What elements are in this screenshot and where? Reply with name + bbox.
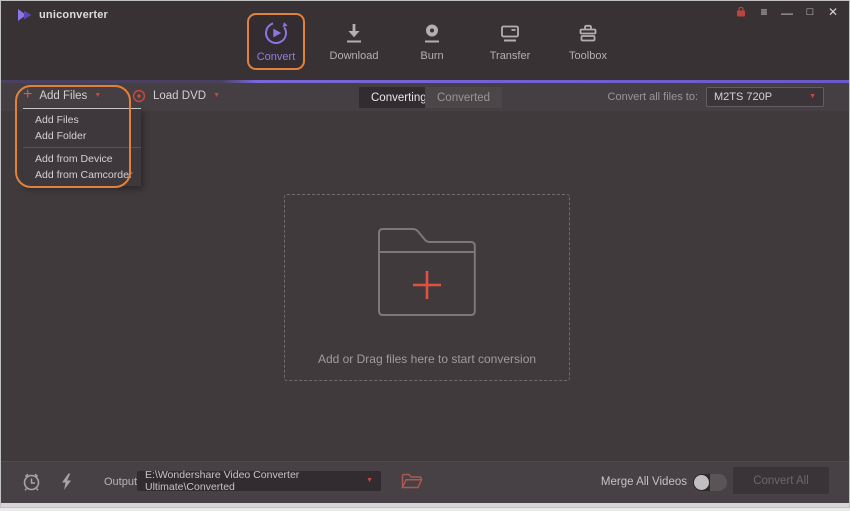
caret-down-icon: ▼ bbox=[94, 92, 101, 100]
add-folder-icon bbox=[367, 212, 487, 330]
caret-down-icon: ▼ bbox=[809, 93, 816, 101]
disc-icon bbox=[132, 89, 146, 103]
convert-all-to-label: Convert all files to: bbox=[608, 91, 698, 103]
minimize-button[interactable]: — bbox=[781, 6, 793, 20]
output-path-value: E:\Wondershare Video Converter Ultimate\… bbox=[145, 469, 366, 493]
tab-label: Convert bbox=[257, 51, 296, 63]
caret-down-icon: ▼ bbox=[213, 92, 220, 100]
menu-icon[interactable]: ≡ bbox=[758, 5, 770, 19]
app-title: uniconverter bbox=[39, 9, 108, 21]
play-logo-icon bbox=[17, 8, 33, 22]
store-icon[interactable] bbox=[735, 6, 747, 18]
transfer-icon bbox=[498, 21, 522, 45]
add-files-menu: Add Files Add Folder Add from Device Add… bbox=[23, 108, 141, 186]
drop-zone-hint: Add or Drag files here to start conversi… bbox=[285, 352, 569, 366]
tab-label: Download bbox=[330, 50, 379, 62]
tab-transfer[interactable]: Transfer bbox=[481, 13, 539, 70]
tab-toolbox[interactable]: Toolbox bbox=[559, 13, 617, 70]
burn-icon bbox=[420, 21, 444, 45]
open-folder-icon[interactable] bbox=[401, 473, 423, 490]
main-nav: Convert Download Burn bbox=[247, 13, 617, 70]
app-logo: uniconverter bbox=[17, 8, 108, 22]
menu-item-add-from-camcorder[interactable]: Add from Camcorder bbox=[23, 167, 141, 183]
high-speed-bolt-icon[interactable] bbox=[60, 473, 73, 491]
footer-bar: Output E:\Wondershare Video Converter Ul… bbox=[1, 461, 849, 503]
window-controls: ≡ — □ ✕ bbox=[735, 5, 839, 19]
tab-label: Toolbox bbox=[569, 50, 607, 62]
toolbox-icon bbox=[576, 21, 600, 45]
format-value: M2TS 720P bbox=[714, 91, 772, 103]
caret-down-icon: ▼ bbox=[366, 477, 373, 485]
plus-icon bbox=[413, 271, 441, 299]
toolbar: + Add Files ▼ Load DVD ▼ Converting Conv… bbox=[1, 83, 849, 111]
merge-toggle[interactable] bbox=[693, 474, 727, 491]
convert-all-button[interactable]: Convert All bbox=[733, 467, 829, 494]
download-icon bbox=[342, 21, 366, 45]
tab-label: Transfer bbox=[490, 50, 531, 62]
menu-item-add-from-device[interactable]: Add from Device bbox=[23, 151, 141, 167]
app-window: uniconverter ≡ — □ ✕ bbox=[0, 0, 850, 508]
schedule-clock-icon[interactable] bbox=[21, 471, 42, 492]
add-files-button[interactable]: + Add Files ▼ bbox=[19, 85, 105, 107]
add-files-label: Add Files bbox=[39, 90, 87, 102]
output-format-select[interactable]: M2TS 720P ▼ bbox=[706, 87, 824, 107]
tab-converted[interactable]: Converted bbox=[425, 87, 502, 108]
close-button[interactable]: ✕ bbox=[827, 5, 839, 19]
tab-burn[interactable]: Burn bbox=[403, 13, 461, 70]
tab-label: Burn bbox=[420, 50, 443, 62]
window-bottom-edge bbox=[1, 503, 849, 507]
load-dvd-button[interactable]: Load DVD ▼ bbox=[128, 85, 224, 107]
output-label: Output bbox=[104, 476, 137, 488]
file-drop-zone[interactable]: Add or Drag files here to start conversi… bbox=[284, 194, 570, 381]
plus-icon: + bbox=[23, 87, 32, 103]
tab-convert[interactable]: Convert bbox=[247, 13, 305, 70]
title-bar: uniconverter ≡ — □ ✕ bbox=[1, 1, 849, 80]
convert-icon bbox=[263, 20, 289, 46]
menu-item-add-folder[interactable]: Add Folder bbox=[23, 128, 141, 144]
toggle-knob bbox=[694, 475, 709, 490]
output-path-select[interactable]: E:\Wondershare Video Converter Ultimate\… bbox=[137, 471, 381, 491]
tab-download[interactable]: Download bbox=[325, 13, 383, 70]
merge-all-videos-label: Merge All Videos bbox=[601, 476, 687, 488]
menu-item-add-files[interactable]: Add Files bbox=[23, 112, 141, 128]
maximize-button[interactable]: □ bbox=[804, 5, 816, 19]
load-dvd-label: Load DVD bbox=[153, 90, 206, 102]
menu-separator bbox=[23, 147, 141, 148]
